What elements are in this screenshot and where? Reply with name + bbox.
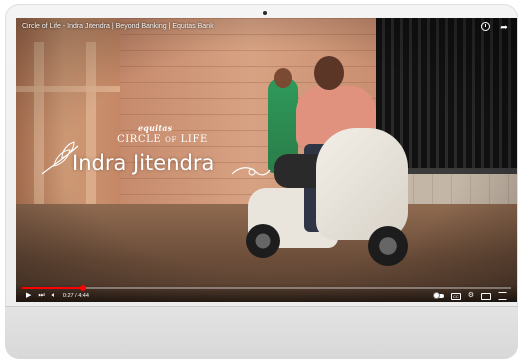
- clock-icon[interactable]: [481, 22, 491, 32]
- gear-icon[interactable]: ⚙: [468, 292, 474, 300]
- play-icon[interactable]: ▶: [26, 292, 31, 300]
- camera-icon: [263, 11, 267, 15]
- next-icon[interactable]: ⏭: [38, 292, 44, 300]
- subject-name-title: Indra Jitendra: [72, 151, 215, 175]
- monitor-chin: [5, 306, 518, 359]
- time-display: 0:27 / 4:44: [62, 293, 89, 299]
- miniplayer-icon[interactable]: [481, 292, 491, 300]
- top-right-actions: ➦: [481, 22, 509, 32]
- progress-bar[interactable]: [22, 285, 511, 291]
- share-icon[interactable]: ➦: [499, 22, 509, 32]
- player-controls: ▶ ⏭ 🔈︎ 0:27 / 4:44 CC ⚙: [16, 284, 517, 302]
- circle-of-life-tagline: CIRCLE of LIFE: [117, 134, 208, 145]
- autoplay-toggle-icon[interactable]: [433, 293, 444, 298]
- equitas-logo: equitas: [138, 123, 173, 133]
- fullscreen-icon[interactable]: [498, 292, 507, 300]
- swirl-ornament-icon: [231, 167, 271, 176]
- video-player[interactable]: Circle of Life - Indra Jitendra | Beyond…: [16, 18, 517, 302]
- video-title[interactable]: Circle of Life - Indra Jitendra | Beyond…: [22, 23, 214, 30]
- progress-fill: [22, 287, 84, 289]
- captions-icon[interactable]: CC: [450, 292, 461, 300]
- volume-icon[interactable]: 🔈︎: [52, 292, 56, 300]
- scrubber-handle[interactable]: [80, 285, 87, 291]
